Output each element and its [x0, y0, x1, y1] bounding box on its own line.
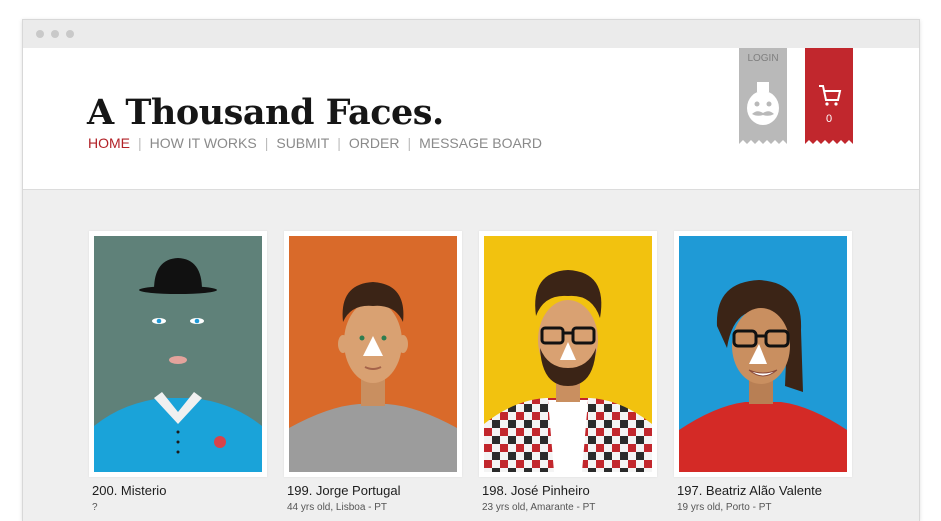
face-frame [89, 231, 267, 477]
face-portrait-jose-pinheiro[interactable] [484, 236, 652, 472]
faces-grid: 200. Misterio ? 199. Jorge Portugal 44 y… [23, 231, 919, 521]
browser-window: A Thousand Faces. HOME | HOW IT WORKS | SUBM… [22, 19, 920, 521]
main-nav: HOME | HOW IT WORKS | SUBMIT | ORDER | MESSAGE B… [88, 135, 542, 151]
face-subtitle: 44 yrs old, Lisboa - PT [287, 502, 388, 513]
face-title[interactable]: 199. Jorge Portugal [287, 483, 462, 498]
face-card[interactable]: 198. José Pinheiro 23 yrs old, Amarante … [479, 231, 657, 513]
face-card[interactable]: 197. Beatriz Alão Valente 19 yrs old, Po… [674, 231, 852, 513]
nav-separator: | [138, 135, 142, 151]
nav-submit[interactable]: SUBMIT [276, 135, 329, 151]
face-title[interactable]: 197. Beatriz Alão Valente [677, 483, 852, 498]
login-label: LOGIN [747, 53, 779, 64]
nav-order[interactable]: ORDER [349, 135, 400, 151]
face-portrait-misterio[interactable] [94, 236, 262, 472]
nav-separator: | [264, 135, 269, 151]
face-portrait-beatriz-alao-valente[interactable] [679, 236, 847, 472]
face-card[interactable]: 200. Misterio ? [89, 231, 267, 513]
face-title[interactable]: 198. José Pinheiro [482, 483, 657, 498]
site-title[interactable]: A Thousand Faces. [87, 92, 444, 133]
nav-how-it-works[interactable]: HOW IT WORKS [150, 135, 257, 151]
face-card[interactable]: 199. Jorge Portugal 44 yrs old, Lisboa -… [284, 231, 462, 513]
face-subtitle: ? [92, 502, 98, 513]
nav-home[interactable]: HOME [88, 135, 130, 151]
cart-tag-shape [805, 48, 853, 144]
nav-separator: | [407, 135, 412, 151]
window-minimize-dot[interactable] [51, 30, 59, 38]
face-subtitle: 23 yrs old, Amarante - PT [482, 502, 596, 513]
face-title[interactable]: 200. Misterio [92, 483, 267, 498]
nav-separator: | [337, 135, 341, 151]
face-subtitle: 19 yrs old, Porto - PT [677, 502, 772, 513]
cart-count: 0 [825, 113, 833, 125]
site-header: A Thousand Faces. HOME | HOW IT WORKS | SUBM… [23, 48, 919, 190]
nav-message-board[interactable]: MESSAGE BOARD [419, 135, 542, 151]
face-frame [284, 231, 462, 477]
window-close-dot[interactable] [36, 30, 44, 38]
face-frame [479, 231, 657, 477]
login-button[interactable]: LOGIN [739, 48, 787, 144]
cart-button[interactable]: 0 [805, 48, 853, 144]
window-titlebar [23, 20, 919, 48]
window-zoom-dot[interactable] [66, 30, 74, 38]
face-portrait-jorge-portugal[interactable] [289, 236, 457, 472]
face-frame [674, 231, 852, 477]
